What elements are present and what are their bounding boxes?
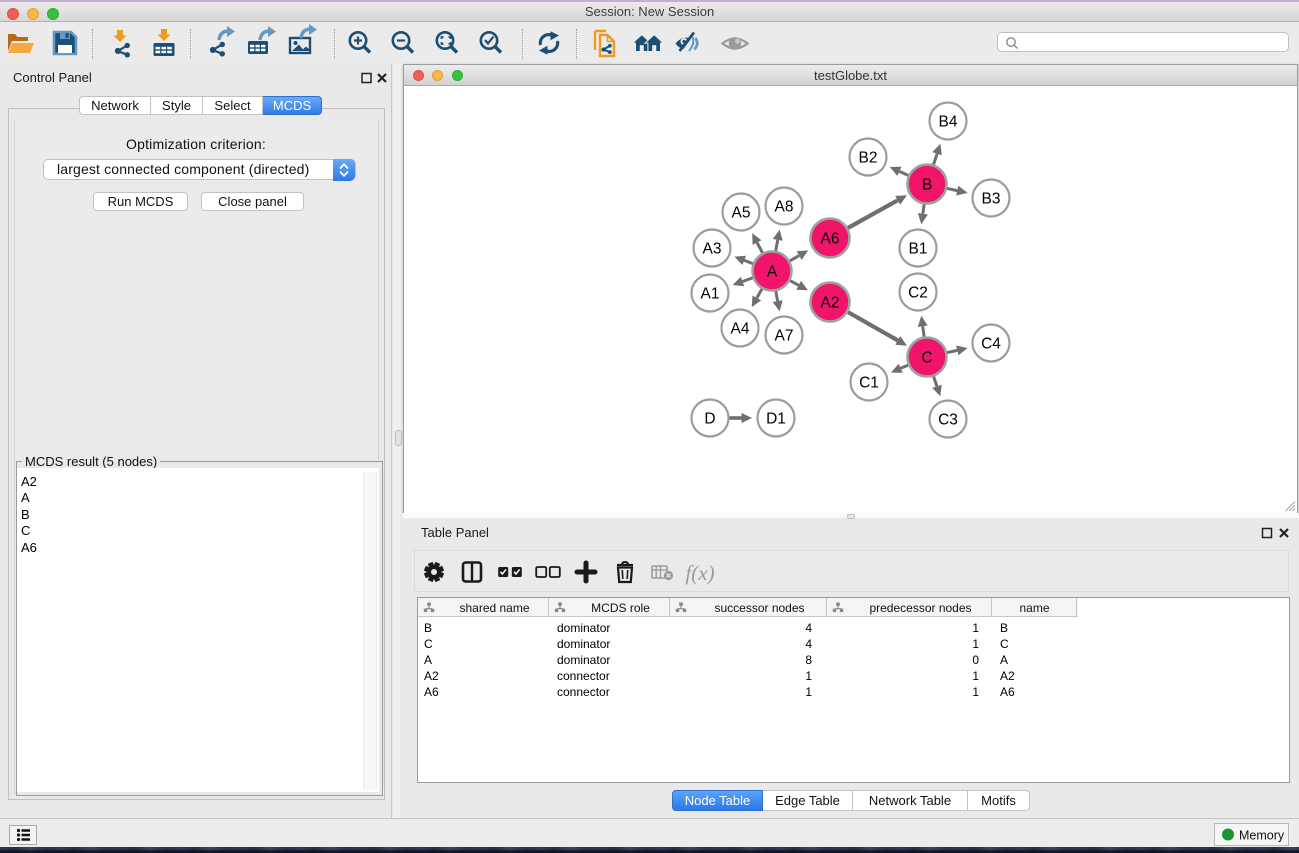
svg-text:A: A [767,264,778,281]
svg-text:name: name [1019,601,1049,615]
svg-text:B: B [922,177,932,194]
svg-text:shared name: shared name [459,601,529,615]
svg-text:A6: A6 [821,231,840,248]
svg-text:A8: A8 [775,199,794,216]
svg-text:A5: A5 [732,205,751,222]
svg-text:predecessor nodes: predecessor nodes [869,601,971,615]
svg-text:C3: C3 [938,412,958,429]
svg-text:D: D [704,411,715,428]
svg-text:C4: C4 [981,336,1001,353]
svg-text:C: C [921,350,932,367]
svg-text:B2: B2 [859,150,878,167]
svg-text:A3: A3 [703,241,722,258]
svg-text:A2: A2 [821,295,840,312]
svg-text:A7: A7 [775,328,794,345]
svg-text:f(x): f(x) [685,561,714,585]
svg-text:A1: A1 [701,286,720,303]
svg-text:successor nodes: successor nodes [714,601,804,615]
svg-text:A4: A4 [731,321,750,338]
svg-text:D1: D1 [766,411,786,428]
svg-text:MCDS role: MCDS role [591,601,650,615]
svg-text:B1: B1 [909,241,928,258]
svg-text:Memory: Memory [1239,829,1285,843]
svg-text:B3: B3 [982,191,1001,208]
svg-text:C1: C1 [859,375,879,392]
svg-text:B4: B4 [939,114,958,131]
svg-text:C2: C2 [908,285,928,302]
